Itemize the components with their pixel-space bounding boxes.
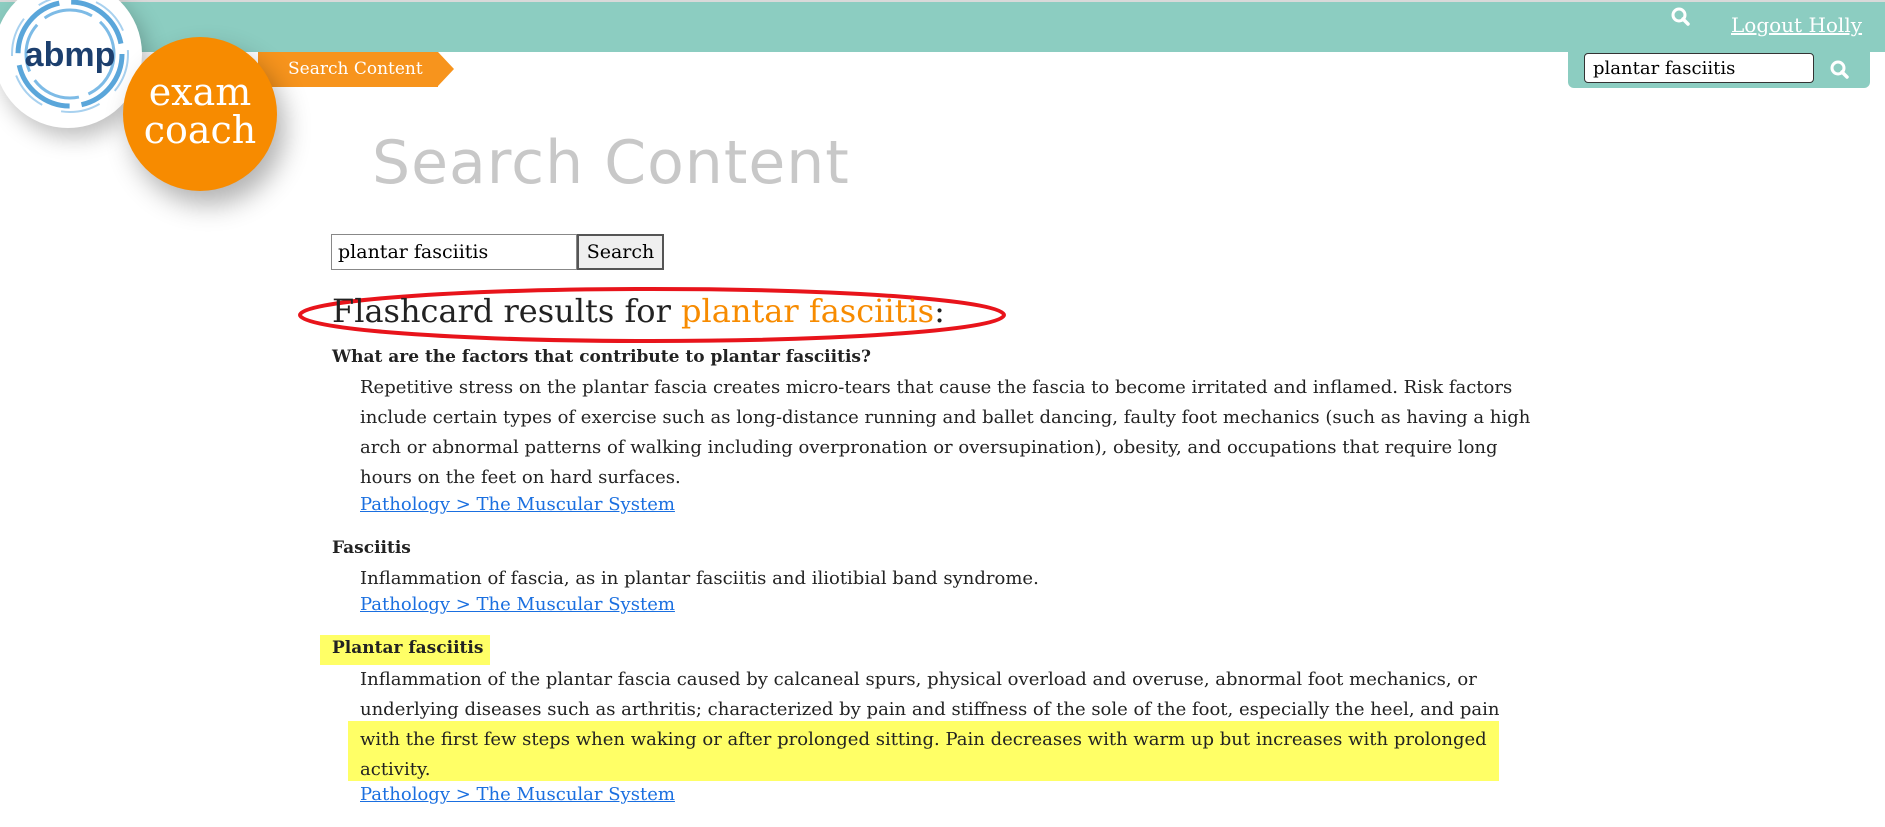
page-title: Search Content [372, 128, 850, 198]
results-term: plantar fasciitis [681, 292, 935, 330]
header-search-panel [1568, 52, 1870, 88]
result-definition: Repetitive stress on the plantar fascia … [360, 377, 1531, 488]
search-button[interactable]: Search [577, 234, 664, 270]
result-term: What are the factors that contribute to … [332, 347, 871, 367]
results-heading: Flashcard results for plantar fasciitis: [332, 292, 945, 330]
logo-text-coach: coach [143, 108, 257, 152]
results-suffix: : [934, 292, 945, 330]
logout-link[interactable]: Logout Holly [1731, 13, 1862, 37]
result-definition: Inflammation of fascia, as in plantar fa… [360, 568, 1039, 589]
search-input[interactable] [331, 234, 577, 270]
header-search-button[interactable] [1826, 56, 1854, 84]
result-category-link[interactable]: Pathology > The Muscular System [360, 594, 675, 615]
logo-text-exam: exam [148, 70, 252, 114]
search-icon [1830, 60, 1849, 79]
result-category-link[interactable]: Pathology > The Muscular System [360, 784, 675, 805]
result-category-link[interactable]: Pathology > The Muscular System [360, 494, 675, 515]
svg-text:abmp: abmp [25, 36, 116, 74]
result-term: Fasciitis [332, 538, 411, 558]
abmp-logo[interactable]: abmp [0, 0, 142, 128]
result-term: Plantar fasciitis [332, 638, 484, 658]
exam-coach-logo[interactable]: exam coach [123, 37, 277, 191]
header-search-input[interactable] [1584, 53, 1814, 83]
breadcrumb[interactable]: Search Content [258, 52, 454, 87]
search-icon[interactable] [1668, 4, 1694, 30]
results-prefix: Flashcard results for [332, 292, 682, 330]
header-bar [0, 2, 1885, 52]
result-definition: Inflammation of the plantar fascia cause… [360, 669, 1500, 780]
